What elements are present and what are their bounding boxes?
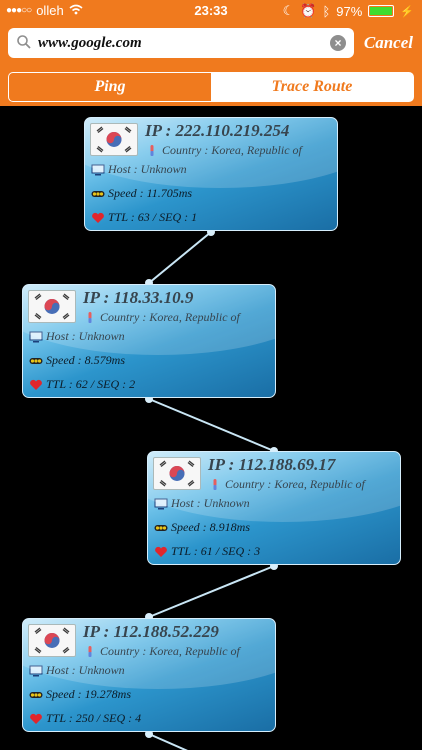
- korea-flag-icon: [90, 123, 138, 156]
- hop-host: Host : Unknown: [171, 496, 250, 510]
- hop-host-row: Host : Unknown: [29, 663, 125, 678]
- heart-icon: [30, 379, 42, 390]
- heart-icon: [155, 546, 167, 557]
- hop-card[interactable]: IP : 112.188.69.17 Country : Korea, Repu…: [147, 451, 401, 565]
- korea-flag-icon: [153, 457, 201, 490]
- connector-line: [148, 733, 188, 750]
- pin-icon: [150, 144, 154, 156]
- hop-ip: IP : 112.188.69.17: [208, 455, 336, 474]
- heart-icon: [92, 212, 104, 223]
- computer-icon: [29, 331, 43, 342]
- connector-line: [148, 565, 275, 618]
- hop-speed-row: Speed : 8.579ms: [29, 353, 125, 368]
- hop-ip: IP : 118.33.10.9: [83, 288, 194, 307]
- hop-host-row: Host : Unknown: [29, 329, 125, 344]
- korea-flag-icon: [28, 624, 76, 657]
- hop-ip: IP : 222.110.219.254: [145, 121, 290, 140]
- hop-ttl: TTL : 63 / SEQ : 1: [108, 210, 198, 224]
- hop-card[interactable]: IP : 118.33.10.9 Country : Korea, Republ…: [22, 284, 276, 398]
- computer-icon: [29, 665, 43, 676]
- hop-host: Host : Unknown: [46, 329, 125, 343]
- connector-line: [148, 231, 212, 284]
- korea-flag-icon: [28, 290, 76, 323]
- hop-speed: Speed : 19.278ms: [46, 687, 131, 701]
- speed-light-icon: [29, 691, 43, 698]
- pin-icon: [88, 311, 92, 323]
- speed-light-icon: [29, 357, 43, 364]
- hop-card[interactable]: IP : 112.188.52.229 Country : Korea, Rep…: [22, 618, 276, 732]
- hop-ip: IP : 112.188.52.229: [83, 622, 219, 641]
- hop-ttl-row: TTL : 250 / SEQ : 4: [29, 711, 141, 726]
- pin-icon: [88, 645, 92, 657]
- hop-host-row: Host : Unknown: [91, 162, 187, 177]
- speed-light-icon: [154, 524, 168, 531]
- hop-ttl-row: TTL : 62 / SEQ : 2: [29, 377, 135, 392]
- hop-ttl: TTL : 62 / SEQ : 2: [46, 377, 136, 391]
- heart-icon: [30, 713, 42, 724]
- hop-country: Country : Korea, Republic of: [162, 143, 302, 157]
- computer-icon: [91, 164, 105, 175]
- hop-host-row: Host : Unknown: [154, 496, 250, 511]
- pin-icon: [213, 478, 217, 490]
- hop-card[interactable]: IP : 222.110.219.254 Country : Korea, Re…: [84, 117, 338, 231]
- hop-country: Country : Korea, Republic of: [225, 477, 365, 491]
- hop-host: Host : Unknown: [108, 162, 187, 176]
- hop-speed: Speed : 8.579ms: [46, 353, 125, 367]
- hop-ttl-row: TTL : 63 / SEQ : 1: [91, 210, 197, 225]
- connector-line: [148, 398, 275, 452]
- hop-country-row: Country : Korea, Republic of: [83, 644, 240, 659]
- hop-speed: Speed : 11.705ms: [108, 186, 193, 200]
- hop-ttl: TTL : 250 / SEQ : 4: [46, 711, 142, 725]
- speed-light-icon: [91, 190, 105, 197]
- computer-icon: [154, 498, 168, 509]
- hop-ttl: TTL : 61 / SEQ : 3: [171, 544, 261, 558]
- hop-country-row: Country : Korea, Republic of: [145, 143, 302, 158]
- hop-speed: Speed : 8.918ms: [171, 520, 250, 534]
- hop-host: Host : Unknown: [46, 663, 125, 677]
- hop-ttl-row: TTL : 61 / SEQ : 3: [154, 544, 260, 559]
- hop-speed-row: Speed : 8.918ms: [154, 520, 250, 535]
- hop-country: Country : Korea, Republic of: [100, 310, 240, 324]
- hop-country: Country : Korea, Republic of: [100, 644, 240, 658]
- hop-speed-row: Speed : 19.278ms: [29, 687, 131, 702]
- hop-speed-row: Speed : 11.705ms: [91, 186, 192, 201]
- hop-country-row: Country : Korea, Republic of: [83, 310, 240, 325]
- hop-country-row: Country : Korea, Republic of: [208, 477, 365, 492]
